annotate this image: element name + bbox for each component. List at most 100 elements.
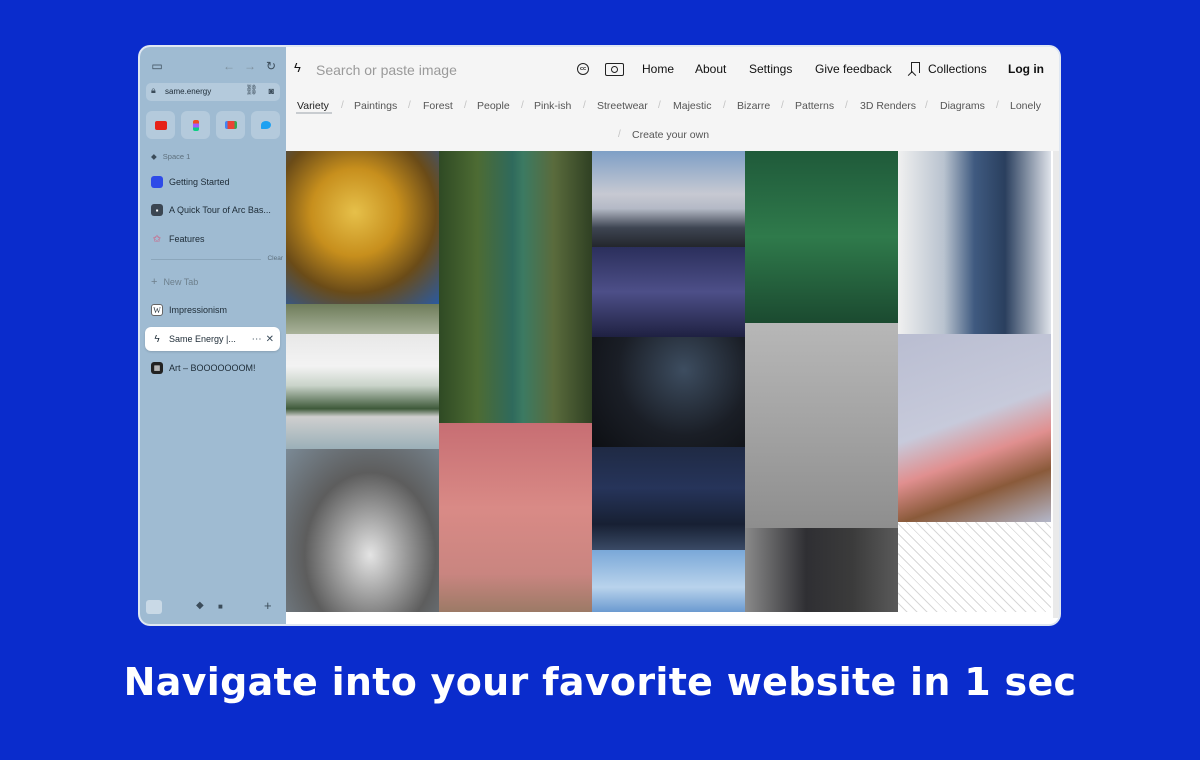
scrollbar[interactable] <box>1053 151 1059 618</box>
category-paintings[interactable]: Paintings <box>354 100 397 112</box>
tab-label: Getting Started <box>169 177 230 187</box>
favorite-youtube[interactable] <box>146 111 175 139</box>
forward-arrow-icon[interactable]: → <box>243 59 257 73</box>
tab-label: Same Energy |... <box>169 334 236 344</box>
bowling-man-image[interactable] <box>898 151 1051 334</box>
nav-home[interactable]: Home <box>642 62 674 76</box>
space-dot-icon[interactable]: ■ <box>218 602 223 611</box>
tab-same-energy[interactable]: ϟ Same Energy |... ⋯ ✕ <box>145 327 280 351</box>
camera-upload-icon[interactable] <box>605 63 624 76</box>
category-people[interactable]: People <box>477 100 510 112</box>
tab-impressionism[interactable]: W Impressionism <box>145 298 280 322</box>
separator: / <box>618 129 621 140</box>
nav-settings[interactable]: Settings <box>749 62 792 76</box>
pinned-tab-features[interactable]: ✩ Features <box>145 227 280 251</box>
copy-link-icon[interactable]: ⛓︎ <box>245 85 258 96</box>
active-category-underline <box>296 112 332 114</box>
night-forest-stream-image[interactable] <box>592 447 745 550</box>
gorge-walkway-image[interactable] <box>439 151 592 423</box>
search-input[interactable] <box>314 59 518 81</box>
sidebar-toggle-icon[interactable]: ▭ <box>150 59 164 73</box>
close-icon[interactable]: ✕ <box>266 334 274 345</box>
clear-button[interactable]: Clear <box>267 255 283 262</box>
silver-car-sculpture-image[interactable] <box>286 449 439 612</box>
category-forest[interactable]: Forest <box>423 100 453 112</box>
twitter-icon <box>260 121 271 129</box>
separator: / <box>723 100 726 111</box>
booooooom-icon: ▦ <box>151 362 163 374</box>
night-illustration-image[interactable] <box>592 247 745 337</box>
street-map-image[interactable] <box>898 522 1051 612</box>
nav-collections[interactable]: Collections <box>928 62 987 76</box>
category-pink-ish[interactable]: Pink-ish <box>534 100 571 112</box>
tab-label: Impressionism <box>169 305 228 315</box>
star-outline-icon: ✩ <box>152 233 162 245</box>
category-create-your-own[interactable]: Create your own <box>632 129 709 141</box>
sidebar: ▭ ← → ↻ 🔒︎ same.energy ⛓︎ ◙ ◆ Space 1 Ge… <box>140 47 286 624</box>
mountain-image[interactable] <box>592 151 745 247</box>
cc-icon[interactable]: cc <box>577 63 589 75</box>
separator: / <box>464 100 467 111</box>
tab-label: A Quick Tour of Arc Bas... <box>169 205 271 215</box>
back-arrow-icon[interactable]: ← <box>222 59 236 73</box>
category-bar: Variety / Paintings / Forest / People / … <box>286 91 1059 151</box>
library-icon[interactable] <box>146 600 162 614</box>
foliage-strip-image[interactable] <box>286 304 439 334</box>
category-bizarre[interactable]: Bizarre <box>737 100 770 112</box>
space-name: Space 1 <box>162 152 191 161</box>
reload-icon[interactable]: ↻ <box>264 59 278 73</box>
favorites-row <box>146 111 280 139</box>
bookmark-icon <box>911 62 920 73</box>
category-3d-renders[interactable]: 3D Renders <box>860 100 916 112</box>
bolt-icon: ϟ <box>154 333 160 345</box>
favorite-figma[interactable] <box>181 111 210 139</box>
tab-booooooom[interactable]: ▦ Art – BOOOOOOOM! <box>145 356 280 380</box>
nav-about[interactable]: About <box>695 62 726 76</box>
pinned-tab-arc-tour[interactable]: ▪ A Quick Tour of Arc Bas... <box>145 198 280 222</box>
lipstick-image[interactable] <box>898 334 1051 522</box>
favorite-gmail[interactable] <box>216 111 245 139</box>
add-space-icon[interactable]: + <box>264 598 272 613</box>
url-bar[interactable]: 🔒︎ same.energy ⛓︎ ◙ <box>146 83 280 101</box>
separator: / <box>925 100 928 111</box>
image-grid <box>286 151 1053 618</box>
separator: / <box>781 100 784 111</box>
dark-bridge-image[interactable] <box>592 337 745 447</box>
more-icon[interactable]: ⋯ <box>252 334 262 345</box>
wikipedia-icon: W <box>151 304 163 316</box>
category-variety[interactable]: Variety <box>297 100 329 112</box>
favorite-twitter[interactable] <box>251 111 280 139</box>
chain-basket-image[interactable] <box>745 323 898 528</box>
separator: / <box>341 100 344 111</box>
category-lonely[interactable]: Lonely <box>1010 100 1041 112</box>
separator: / <box>996 100 999 111</box>
nav-log-in[interactable]: Log in <box>1008 62 1044 76</box>
new-tab-button[interactable]: + New Tab <box>151 276 198 288</box>
camera-icon[interactable]: ◙ <box>269 86 274 96</box>
figma-icon <box>192 119 199 131</box>
main-content: ϟ cc Home About Settings Give feedback C… <box>286 47 1059 624</box>
pink-building-image[interactable] <box>439 423 592 612</box>
new-tab-label: New Tab <box>163 277 199 287</box>
patio-sofa-image[interactable] <box>286 334 439 449</box>
space-turtle-icon[interactable]: ◆ <box>196 600 204 611</box>
tab-label: Art – BOOOOOOOM! <box>169 363 256 373</box>
tab-label: Features <box>169 234 205 244</box>
same-energy-logo-icon[interactable]: ϟ <box>294 60 301 75</box>
lock-icon: 🔒︎ <box>151 85 156 95</box>
youtube-icon <box>154 120 167 130</box>
category-diagrams[interactable]: Diagrams <box>940 100 985 112</box>
divider <box>151 259 261 260</box>
green-sculpture-image[interactable] <box>745 151 898 323</box>
category-patterns[interactable]: Patterns <box>795 100 834 112</box>
site-header: ϟ cc Home About Settings Give feedback C… <box>286 47 1059 91</box>
url-text: same.energy <box>165 87 212 96</box>
pinned-tab-getting-started[interactable]: Getting Started <box>145 170 280 194</box>
category-streetwear[interactable]: Streetwear <box>597 100 648 112</box>
nav-give-feedback[interactable]: Give feedback <box>815 62 892 76</box>
sky-clouds-image[interactable] <box>592 550 745 612</box>
autumn-tree-image[interactable] <box>286 151 439 304</box>
category-majestic[interactable]: Majestic <box>673 100 712 112</box>
street-fashion-image[interactable] <box>745 528 898 612</box>
plus-icon: + <box>151 276 158 288</box>
